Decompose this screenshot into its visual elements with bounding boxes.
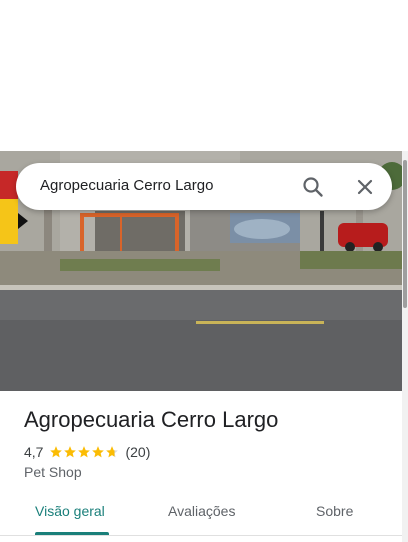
- place-title: Agropecuaria Cerro Largo: [24, 407, 279, 432]
- tabs-divider: [0, 535, 402, 536]
- place-category[interactable]: Pet Shop: [24, 464, 82, 480]
- star-icon: [78, 446, 91, 458]
- tab-overview[interactable]: Visão geral: [35, 503, 105, 519]
- rating-stars: [49, 445, 119, 459]
- scrollbar-thumb[interactable]: [403, 160, 407, 308]
- search-box[interactable]: Agropecuaria Cerro Largo: [16, 163, 392, 210]
- star-icon: [64, 446, 77, 458]
- close-icon[interactable]: [354, 176, 376, 198]
- blank-map-area: [0, 0, 408, 151]
- search-input[interactable]: Agropecuaria Cerro Largo: [40, 177, 213, 194]
- rating-value: 4,7: [24, 444, 44, 460]
- rating-row[interactable]: 4,7 (20): [24, 443, 150, 461]
- star-icon: [92, 446, 105, 458]
- tab-about[interactable]: Sobre: [316, 503, 353, 519]
- tab-reviews[interactable]: Avaliações: [168, 503, 235, 519]
- half-star-icon: [106, 446, 119, 458]
- review-count[interactable]: (20): [125, 444, 150, 460]
- search-icon[interactable]: [302, 176, 324, 198]
- star-icon: [50, 446, 63, 458]
